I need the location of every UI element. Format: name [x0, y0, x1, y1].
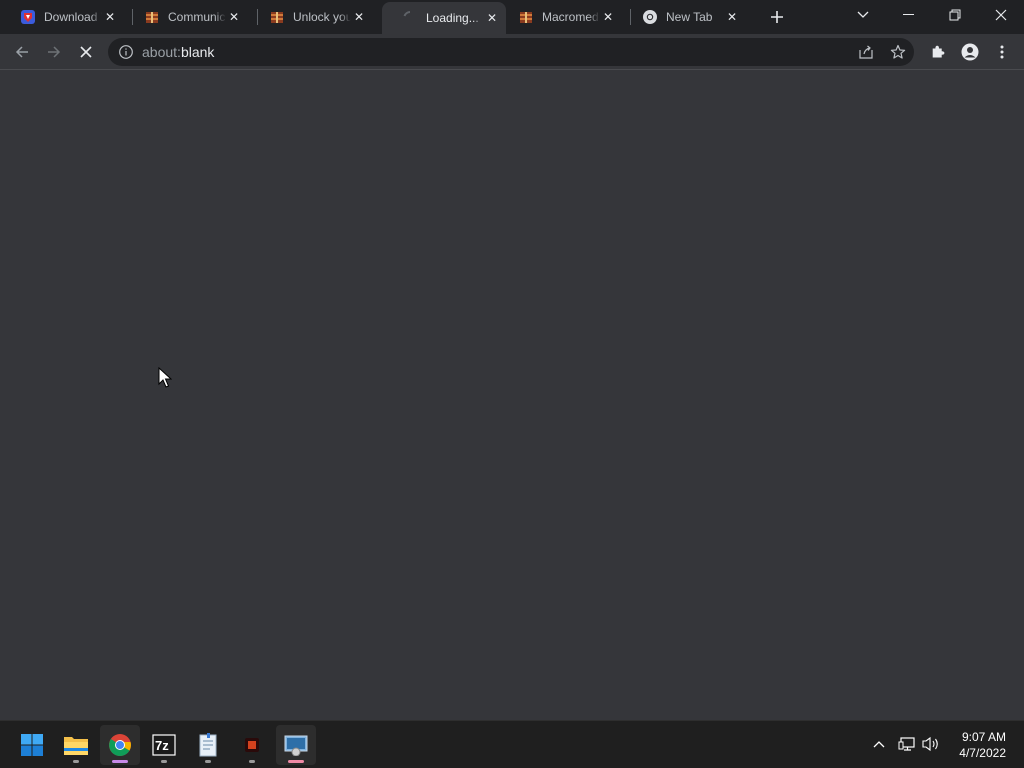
clock-date: 4/7/2022 — [959, 746, 1006, 760]
arrow-right-icon — [48, 46, 61, 58]
tab-title: New Tab — [666, 10, 713, 24]
kebab-menu-icon — [1000, 45, 1004, 59]
winrar-favicon-icon — [144, 9, 160, 25]
puzzle-icon — [932, 45, 945, 58]
tab-title: Loading... — [426, 11, 479, 25]
info-icon[interactable] — [118, 44, 134, 60]
back-button[interactable] — [8, 38, 36, 66]
taskbar-notepad[interactable] — [188, 725, 228, 765]
new-tab-button[interactable] — [766, 6, 788, 28]
chevron-down-icon — [857, 11, 869, 18]
tab-close-icon[interactable]: ✕ — [102, 9, 118, 25]
tab-title: Download V — [44, 10, 102, 24]
avatar-icon — [961, 43, 979, 61]
star-icon[interactable] — [890, 44, 906, 60]
tab-close-icon[interactable]: ✕ — [351, 9, 367, 25]
arrow-left-icon — [15, 46, 28, 58]
tab-communica[interactable]: Communica ✕ — [124, 0, 248, 34]
tab-close-icon[interactable]: ✕ — [600, 9, 616, 25]
windows-taskbar: 7z 9:07 AM 4/7/2022 — [0, 720, 1024, 768]
page-content — [0, 71, 1024, 719]
app-icon — [245, 738, 259, 752]
tab-close-icon[interactable]: ✕ — [724, 9, 740, 25]
tab-loading[interactable]: Loading... ✕ — [382, 2, 506, 34]
close-icon — [995, 9, 1007, 21]
taskbar-7zip[interactable]: 7z — [144, 725, 184, 765]
stop-loading-button[interactable] — [72, 38, 100, 66]
installer-icon — [284, 735, 308, 756]
loading-spinner-icon — [402, 10, 418, 26]
close-icon — [80, 46, 92, 58]
tab-newtab[interactable]: New Tab ✕ — [622, 0, 746, 34]
tab-title: Unlock you — [293, 10, 351, 24]
share-icon[interactable] — [858, 44, 874, 60]
svg-text:7z: 7z — [155, 738, 169, 753]
shield-favicon-icon — [20, 9, 36, 25]
taskbar-file-explorer[interactable] — [56, 725, 96, 765]
taskbar-installer[interactable] — [276, 725, 316, 765]
winrar-favicon-icon — [518, 9, 534, 25]
browser-toolbar: about:blank — [0, 34, 1024, 70]
chevron-up-icon — [873, 741, 885, 748]
address-bar[interactable]: about:blank — [108, 38, 914, 66]
running-indicator — [161, 760, 167, 763]
chrome-favicon-icon — [642, 9, 658, 25]
tab-title: Macromed — [542, 10, 599, 24]
folder-icon — [64, 737, 88, 755]
mouse-cursor-icon — [158, 367, 172, 388]
address-text: about:blank — [142, 45, 214, 59]
7zip-icon: 7z — [152, 734, 176, 756]
url-host: blank — [180, 44, 215, 60]
start-button[interactable] — [12, 725, 52, 765]
url-scheme: about: — [142, 44, 181, 60]
running-indicator — [249, 760, 255, 763]
tab-unlock[interactable]: Unlock you ✕ — [249, 0, 373, 34]
close-window-button[interactable] — [978, 0, 1024, 30]
tab-close-icon[interactable]: ✕ — [226, 9, 242, 25]
speaker-icon — [922, 736, 938, 752]
running-indicator — [73, 760, 79, 763]
network-button[interactable] — [896, 733, 918, 755]
taskbar-clock[interactable]: 9:07 AM 4/7/2022 — [959, 729, 1006, 761]
taskbar-chrome[interactable] — [100, 725, 140, 765]
tab-title: Communica — [168, 10, 226, 24]
chrome-icon — [109, 734, 131, 756]
running-indicator — [288, 760, 304, 763]
forward-button[interactable] — [40, 38, 68, 66]
clock-time: 9:07 AM — [961, 730, 1006, 744]
minimize-icon — [903, 14, 914, 15]
tab-macromed[interactable]: Macromed ✕ — [498, 0, 622, 34]
active-indicator — [112, 760, 128, 763]
profile-button[interactable] — [956, 38, 984, 66]
winrar-favicon-icon — [269, 9, 285, 25]
plus-icon — [771, 11, 783, 23]
windows-start-icon — [21, 734, 43, 756]
menu-button[interactable] — [988, 38, 1016, 66]
show-hidden-icons-button[interactable] — [868, 733, 890, 755]
tab-strip: Download V ✕ Communica ✕ Unlock you ✕ Lo… — [0, 0, 1024, 34]
tab-search-button[interactable] — [840, 0, 886, 30]
tab-download[interactable]: Download V ✕ — [0, 0, 124, 34]
restore-icon — [949, 9, 961, 21]
running-indicator — [205, 760, 211, 763]
extensions-button[interactable] — [924, 38, 952, 66]
restore-button[interactable] — [932, 0, 978, 30]
taskbar-app[interactable] — [232, 725, 272, 765]
volume-button[interactable] — [920, 733, 942, 755]
notepad-icon — [199, 733, 217, 757]
minimize-button[interactable] — [886, 0, 932, 30]
network-icon — [898, 737, 915, 751]
